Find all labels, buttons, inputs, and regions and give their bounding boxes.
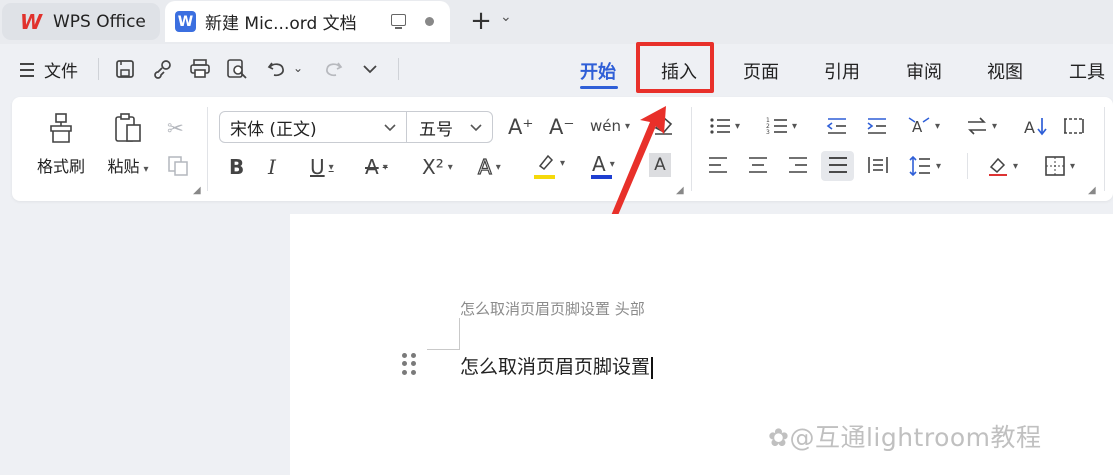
wps-logo-icon: W [20, 9, 42, 34]
shrink-font-icon[interactable]: A⁻ [549, 115, 574, 139]
highlight-color-swatch [534, 175, 555, 179]
justify-icon[interactable] [827, 155, 849, 175]
show-marks-icon[interactable] [1062, 116, 1086, 136]
copy-icon[interactable] [167, 155, 189, 177]
margin-marker [459, 318, 460, 350]
underline-icon[interactable]: U ▾ [310, 155, 334, 179]
margin-marker [427, 349, 460, 350]
tab-list-chevron-icon[interactable]: ⌄ [500, 9, 512, 25]
grow-font-icon[interactable]: A⁺ [508, 115, 533, 139]
word-doc-icon: W [175, 11, 196, 32]
font-name-value: 宋体 (正文) [230, 119, 317, 140]
share-link-icon[interactable] [151, 57, 175, 81]
print-preview-icon[interactable] [225, 57, 249, 81]
wps-home-tab[interactable]: W WPS Office [2, 3, 160, 40]
new-tab-button[interactable]: + [468, 6, 494, 36]
paragraph-drag-handle-icon[interactable] [402, 353, 416, 375]
cut-icon[interactable]: ✂ [167, 116, 184, 140]
numbered-list-icon[interactable]: 1 2 3 ▾ [766, 116, 797, 136]
print-icon[interactable] [188, 57, 212, 81]
watermark: ✿@互通lightroom教程 [768, 418, 1042, 454]
paste-label: 粘贴 ▾ [107, 157, 149, 176]
watermark-logo-icon: ✿ [768, 423, 790, 452]
tab-home[interactable]: 开始 [580, 58, 616, 84]
sort-icon[interactable]: A [1024, 116, 1048, 136]
divider [207, 107, 208, 191]
divider [98, 58, 99, 80]
align-left-icon[interactable] [707, 155, 729, 175]
paragraph-group-launcher-icon[interactable]: ◢ [1088, 185, 1096, 196]
divider [1104, 107, 1105, 191]
format-painter-icon [45, 111, 77, 145]
font-name-select[interactable]: 宋体 (正文) [219, 111, 407, 143]
increase-indent-icon[interactable] [866, 116, 888, 136]
file-menu-label: 文件 [44, 62, 78, 82]
title-bar: W WPS Office W 新建 Mic...ord 文档 + ⌄ [0, 0, 1113, 44]
tab-tools[interactable]: 工具 [1069, 58, 1105, 84]
svg-text:3: 3 [766, 129, 770, 136]
document-body-paragraph[interactable]: 怎么取消页眉页脚设置 [460, 352, 654, 379]
redo-icon[interactable] [321, 57, 345, 81]
line-spacing-icon[interactable]: ▾ [908, 155, 941, 177]
svg-text:A: A [1024, 118, 1035, 136]
monitor-icon[interactable] [391, 14, 406, 29]
italic-icon[interactable]: I [268, 155, 276, 179]
tab-review[interactable]: 审阅 [906, 58, 942, 84]
file-menu-button[interactable]: 文件 [20, 57, 78, 82]
font-size-select[interactable]: 五号 [406, 111, 493, 143]
superscript-icon[interactable]: X² ▾ [422, 155, 453, 179]
watermark-text: @互通lightroom教程 [789, 423, 1042, 452]
wps-home-label: WPS Office [53, 11, 146, 32]
annotation-highlight-box [636, 42, 714, 93]
text-effect-icon[interactable]: A ▾ [477, 154, 500, 179]
format-painter-label: 格式刷 [36, 157, 85, 176]
chevron-down-icon [469, 120, 483, 137]
decrease-indent-icon[interactable] [826, 116, 848, 136]
tab-page[interactable]: 页面 [743, 58, 779, 84]
borders-icon[interactable]: ▾ [1044, 155, 1075, 177]
divider [967, 153, 968, 179]
document-tab[interactable]: W 新建 Mic...ord 文档 [165, 1, 450, 42]
chevron-down-icon [383, 120, 397, 137]
align-right-icon[interactable] [787, 155, 809, 175]
ribbon-panel: 格式刷 粘贴 ▾ ✂ ◢ 宋体 (正文) 五号 A⁺ A⁻ wén ▾ B I U ▾… [12, 97, 1113, 201]
save-icon[interactable] [113, 57, 137, 81]
format-painter-button[interactable]: 格式刷 [33, 111, 89, 177]
page-header-text[interactable]: 怎么取消页眉页脚设置 头部 [460, 298, 645, 319]
paragraph-shading-icon[interactable]: ▾ [987, 155, 1018, 177]
undo-icon[interactable] [265, 57, 289, 81]
menu-bar: 文件 ⌄ 开始 插入 页面 引用 审阅 视图 工具 [0, 44, 1113, 94]
clipboard-group-launcher-icon[interactable]: ◢ [193, 185, 201, 196]
bold-icon[interactable]: B [229, 155, 244, 179]
divider [691, 107, 692, 191]
tab-view[interactable]: 视图 [987, 58, 1023, 84]
font-size-value: 五号 [419, 119, 453, 140]
more-commands-chevron-icon[interactable] [358, 57, 382, 81]
annotation-arrow [610, 106, 666, 220]
align-center-icon[interactable] [747, 155, 769, 175]
distributed-align-icon[interactable] [867, 155, 889, 175]
tab-references[interactable]: 引用 [824, 58, 860, 84]
divider [398, 58, 399, 80]
document-tab-title: 新建 Mic...ord 文档 [205, 14, 357, 34]
bullet-list-icon[interactable]: ▾ [709, 116, 740, 136]
undo-chevron-icon[interactable]: ⌄ [293, 61, 303, 75]
clipboard-icon [112, 111, 144, 145]
unsaved-dot-icon[interactable] [425, 17, 434, 26]
active-tab-underline [580, 86, 618, 89]
text-direction-icon[interactable]: A ▾ [907, 116, 940, 136]
highlight-color-icon[interactable]: ▾ [534, 152, 565, 174]
paste-button[interactable]: 粘贴 ▾ [100, 111, 156, 177]
hamburger-icon [20, 62, 34, 77]
sort-direction-icon[interactable]: ▾ [966, 116, 997, 136]
text-cursor [651, 357, 654, 379]
strikethrough-icon[interactable]: A ▾ [365, 155, 388, 179]
